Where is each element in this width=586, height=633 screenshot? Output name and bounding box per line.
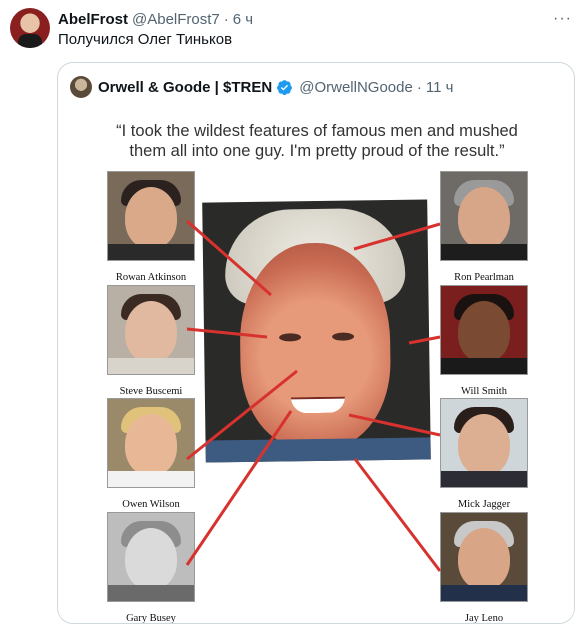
meme-quote-text: “I took the wildest features of famous m… [59, 121, 574, 161]
tweet-text: Получился Олег Тиньков [58, 31, 233, 48]
quoted-author-name[interactable]: Orwell & Goode | $TREN [98, 79, 272, 96]
composite-face [238, 241, 392, 450]
post-time[interactable]: 6 ч [233, 11, 253, 28]
quoted-tweet-header: Orwell & Goode | $TREN @OrwellNGoode · 1… [70, 76, 564, 98]
quoted-author-handle[interactable]: @OrwellNGoode [299, 79, 413, 96]
meme-quote-line-2: them all into one guy. I'm pretty proud … [129, 142, 505, 160]
caption-ron-pearlman: Ron Pearlman [440, 272, 528, 285]
meme-image[interactable]: “I took the wildest features of famous m… [59, 109, 574, 623]
portrait-mick-jagger [440, 398, 528, 488]
composite-shirt [205, 437, 431, 463]
portrait-steve-buscemi [107, 285, 195, 375]
caption-rowan-atkinson: Rowan Atkinson [107, 272, 195, 285]
separator-dot: · [223, 10, 229, 28]
portrait-ron-pearlman [440, 171, 528, 261]
more-options-icon[interactable]: ··· [553, 10, 572, 28]
portrait-jay-leno [440, 512, 528, 602]
caption-owen-wilson: Owen Wilson [107, 499, 195, 512]
author-avatar[interactable] [10, 8, 50, 48]
quoted-post-time[interactable]: 11 ч [426, 79, 454, 96]
author-handle[interactable]: @AbelFrost7 [132, 11, 220, 28]
connector-line [353, 458, 442, 572]
caption-gary-busey: Gary Busey [107, 613, 195, 623]
caption-mick-jagger: Mick Jagger [440, 499, 528, 512]
quoted-separator-dot: · [416, 78, 422, 96]
portrait-rowan-atkinson [107, 171, 195, 261]
meme-quote-line-1: “I took the wildest features of famous m… [116, 122, 518, 140]
quoted-author-avatar[interactable] [70, 76, 92, 98]
composite-face-photo [202, 199, 431, 463]
tweet[interactable]: AbelFrost @AbelFrost7 · 6 ч ··· Получилс… [0, 0, 586, 633]
tweet-header: AbelFrost @AbelFrost7 · 6 ч ··· [58, 9, 572, 29]
portrait-gary-busey [107, 512, 195, 602]
author-name[interactable]: AbelFrost [58, 11, 128, 28]
portrait-will-smith [440, 285, 528, 375]
verified-badge-icon [277, 79, 293, 95]
caption-jay-leno: Jay Leno [440, 613, 528, 623]
quoted-tweet[interactable]: Orwell & Goode | $TREN @OrwellNGoode · 1… [57, 62, 575, 624]
portrait-owen-wilson [107, 398, 195, 488]
